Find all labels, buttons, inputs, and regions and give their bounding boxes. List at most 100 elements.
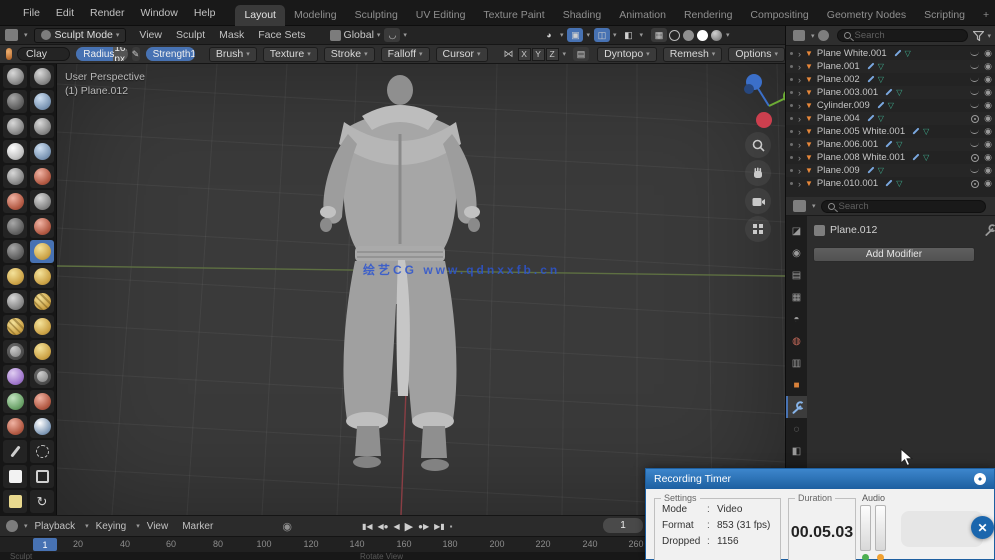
tab-object[interactable]: ■ xyxy=(786,374,807,396)
play-reverse-button[interactable]: ◀ xyxy=(393,522,399,531)
brush-boundary[interactable] xyxy=(30,365,54,388)
rendered-shading-icon[interactable] xyxy=(710,29,722,41)
brush-cloth[interactable] xyxy=(3,390,27,413)
tool-box-hide[interactable] xyxy=(30,465,54,488)
brush-smooth[interactable] xyxy=(3,190,27,213)
navigation-gizmo[interactable] xyxy=(740,70,785,128)
render-toggle-icon[interactable]: ◉ xyxy=(984,114,992,123)
menu-help[interactable]: Help xyxy=(186,7,224,19)
menu-view-timeline[interactable]: View xyxy=(140,521,176,532)
tab-texture-paint[interactable]: Texture Paint xyxy=(474,5,553,26)
render-toggle-icon[interactable]: ◉ xyxy=(984,140,992,149)
render-toggle-icon[interactable]: ◉ xyxy=(984,179,992,188)
options-dropdown[interactable]: Options ▾ xyxy=(728,46,786,62)
render-toggle-icon[interactable]: ◉ xyxy=(984,75,992,84)
brush-thumb[interactable] xyxy=(3,315,27,338)
gear-icon[interactable] xyxy=(974,473,986,485)
frame-number-field[interactable]: 1 xyxy=(603,518,643,533)
tab-shading[interactable]: Shading xyxy=(554,5,611,26)
hide-eye-icon[interactable] xyxy=(970,64,980,69)
tab-tool[interactable]: ◪ xyxy=(786,220,807,242)
hide-eye-icon[interactable] xyxy=(970,168,980,173)
tool-box-mask[interactable] xyxy=(3,465,27,488)
display-mode-icon[interactable] xyxy=(817,30,829,41)
breadcrumb-object-name[interactable]: Plane.012 xyxy=(830,224,877,236)
menu-keying[interactable]: Keying xyxy=(89,521,134,532)
transform-orientation[interactable]: Global ▾ ◡ ▾ xyxy=(327,28,407,42)
hide-eye-icon[interactable] xyxy=(970,51,980,56)
tab-output[interactable]: ▤ xyxy=(786,264,807,286)
brush-inflate[interactable] xyxy=(30,140,54,163)
brush-panel-dropdown[interactable]: Brush ▾ xyxy=(208,46,257,62)
zoom-icon[interactable] xyxy=(745,132,771,158)
tab-render[interactable]: ◉ xyxy=(786,242,807,264)
tab-layout[interactable]: Layout xyxy=(235,4,285,26)
menu-render[interactable]: Render xyxy=(82,7,132,19)
snap-magnet-icon[interactable]: ◡ xyxy=(384,28,401,42)
tab-sculpting[interactable]: Sculpting xyxy=(346,5,407,26)
symmetry-x-toggle[interactable]: X xyxy=(517,47,531,61)
render-toggle-icon[interactable]: ◉ xyxy=(984,166,992,175)
menu-window[interactable]: Window xyxy=(132,7,185,19)
sculpt-overlay-icon[interactable]: ▤ xyxy=(573,47,590,61)
render-toggle-icon[interactable]: ◉ xyxy=(984,62,992,71)
viewport-3d[interactable]: User Perspective (1) Plane.012 绘艺CG www.… xyxy=(57,64,785,515)
radius-pressure-icon[interactable]: ✎ xyxy=(131,47,140,61)
prev-keyframe-button[interactable]: ◀● xyxy=(378,522,389,531)
menu-marker[interactable]: Marker xyxy=(175,521,220,532)
symmetry-z-toggle[interactable]: Z xyxy=(545,47,559,61)
tab-modifiers-active[interactable] xyxy=(786,396,807,418)
brush-clay-strips[interactable] xyxy=(3,115,27,138)
render-toggle-icon[interactable]: ◉ xyxy=(984,88,992,97)
current-frame-marker[interactable]: 1 xyxy=(33,538,57,551)
jump-to-start-button[interactable]: ▮◀ xyxy=(362,522,373,531)
gizmos-icon[interactable]: ▣ xyxy=(567,28,584,42)
xray-icon[interactable]: ◧ xyxy=(620,28,636,42)
hide-eye-icon[interactable] xyxy=(970,77,980,82)
brush-mask[interactable] xyxy=(3,415,27,438)
overlays-icon[interactable]: ◫ xyxy=(593,28,610,42)
outliner-row[interactable]: › ▼ Plane.010.001 ▽ ◉ xyxy=(786,177,995,190)
brush-multiplane-scrape[interactable] xyxy=(3,240,27,263)
stop-button[interactable]: ▪ xyxy=(450,522,453,531)
render-toggle-icon[interactable]: ◉ xyxy=(984,49,992,58)
brush-scrape[interactable] xyxy=(30,215,54,238)
outliner-row[interactable]: › ▼ Plane.001 ▽ ◉ xyxy=(786,60,995,73)
tab-scripting[interactable]: Scripting xyxy=(915,5,974,26)
brush-fill[interactable] xyxy=(3,215,27,238)
brush-clay-thumb[interactable] xyxy=(30,115,54,138)
falloff-panel-dropdown[interactable]: Falloff ▾ xyxy=(380,46,430,62)
show-eye-icon[interactable] xyxy=(971,114,980,123)
brush-clay-active[interactable] xyxy=(30,240,54,263)
menu-playback[interactable]: Playback xyxy=(28,521,83,532)
brush-blob[interactable] xyxy=(3,165,27,188)
hide-eye-icon[interactable] xyxy=(970,142,980,147)
wireframe-shading-icon[interactable] xyxy=(668,29,680,41)
add-workspace-button[interactable]: + xyxy=(974,5,995,26)
cursor-panel-dropdown[interactable]: Cursor ▾ xyxy=(435,46,488,62)
editor-type-icon[interactable] xyxy=(5,29,18,41)
outliner-row[interactable]: › ▼ Cylinder.009 ▽ ◉ xyxy=(786,99,995,112)
brush-snake-hook[interactable] xyxy=(30,290,54,313)
tool-lasso-mask[interactable] xyxy=(30,440,54,463)
symmetry-y-toggle[interactable]: Y xyxy=(531,47,545,61)
properties-search-input[interactable]: Search xyxy=(820,199,986,213)
tool-line-project[interactable] xyxy=(3,440,27,463)
solid-shading-icon[interactable] xyxy=(682,29,694,41)
auto-keying-icon[interactable]: ◉ xyxy=(282,520,292,533)
outliner-search-input[interactable]: Search xyxy=(836,29,969,42)
active-brush-icon[interactable] xyxy=(6,48,13,60)
camera-view-icon[interactable] xyxy=(745,188,771,214)
tab-collection[interactable]: ▥ xyxy=(786,352,807,374)
brush-elastic-deform[interactable] xyxy=(3,290,27,313)
filter-funnel-icon[interactable] xyxy=(973,30,985,41)
outliner-row[interactable]: › ▼ Plane.003.001 ▽ ◉ xyxy=(786,86,995,99)
show-eye-icon[interactable] xyxy=(971,179,980,188)
tab-animation[interactable]: Animation xyxy=(610,5,675,26)
dyntopo-dropdown[interactable]: Dyntopo ▾ xyxy=(597,46,657,62)
menu-file[interactable]: File xyxy=(15,7,48,19)
outliner-row[interactable]: › ▼ Plane.002 ▽ ◉ xyxy=(786,73,995,86)
brush-slide-relax[interactable] xyxy=(3,365,27,388)
brush-grab[interactable] xyxy=(30,265,54,288)
tab-view-layer[interactable]: ▦ xyxy=(786,286,807,308)
